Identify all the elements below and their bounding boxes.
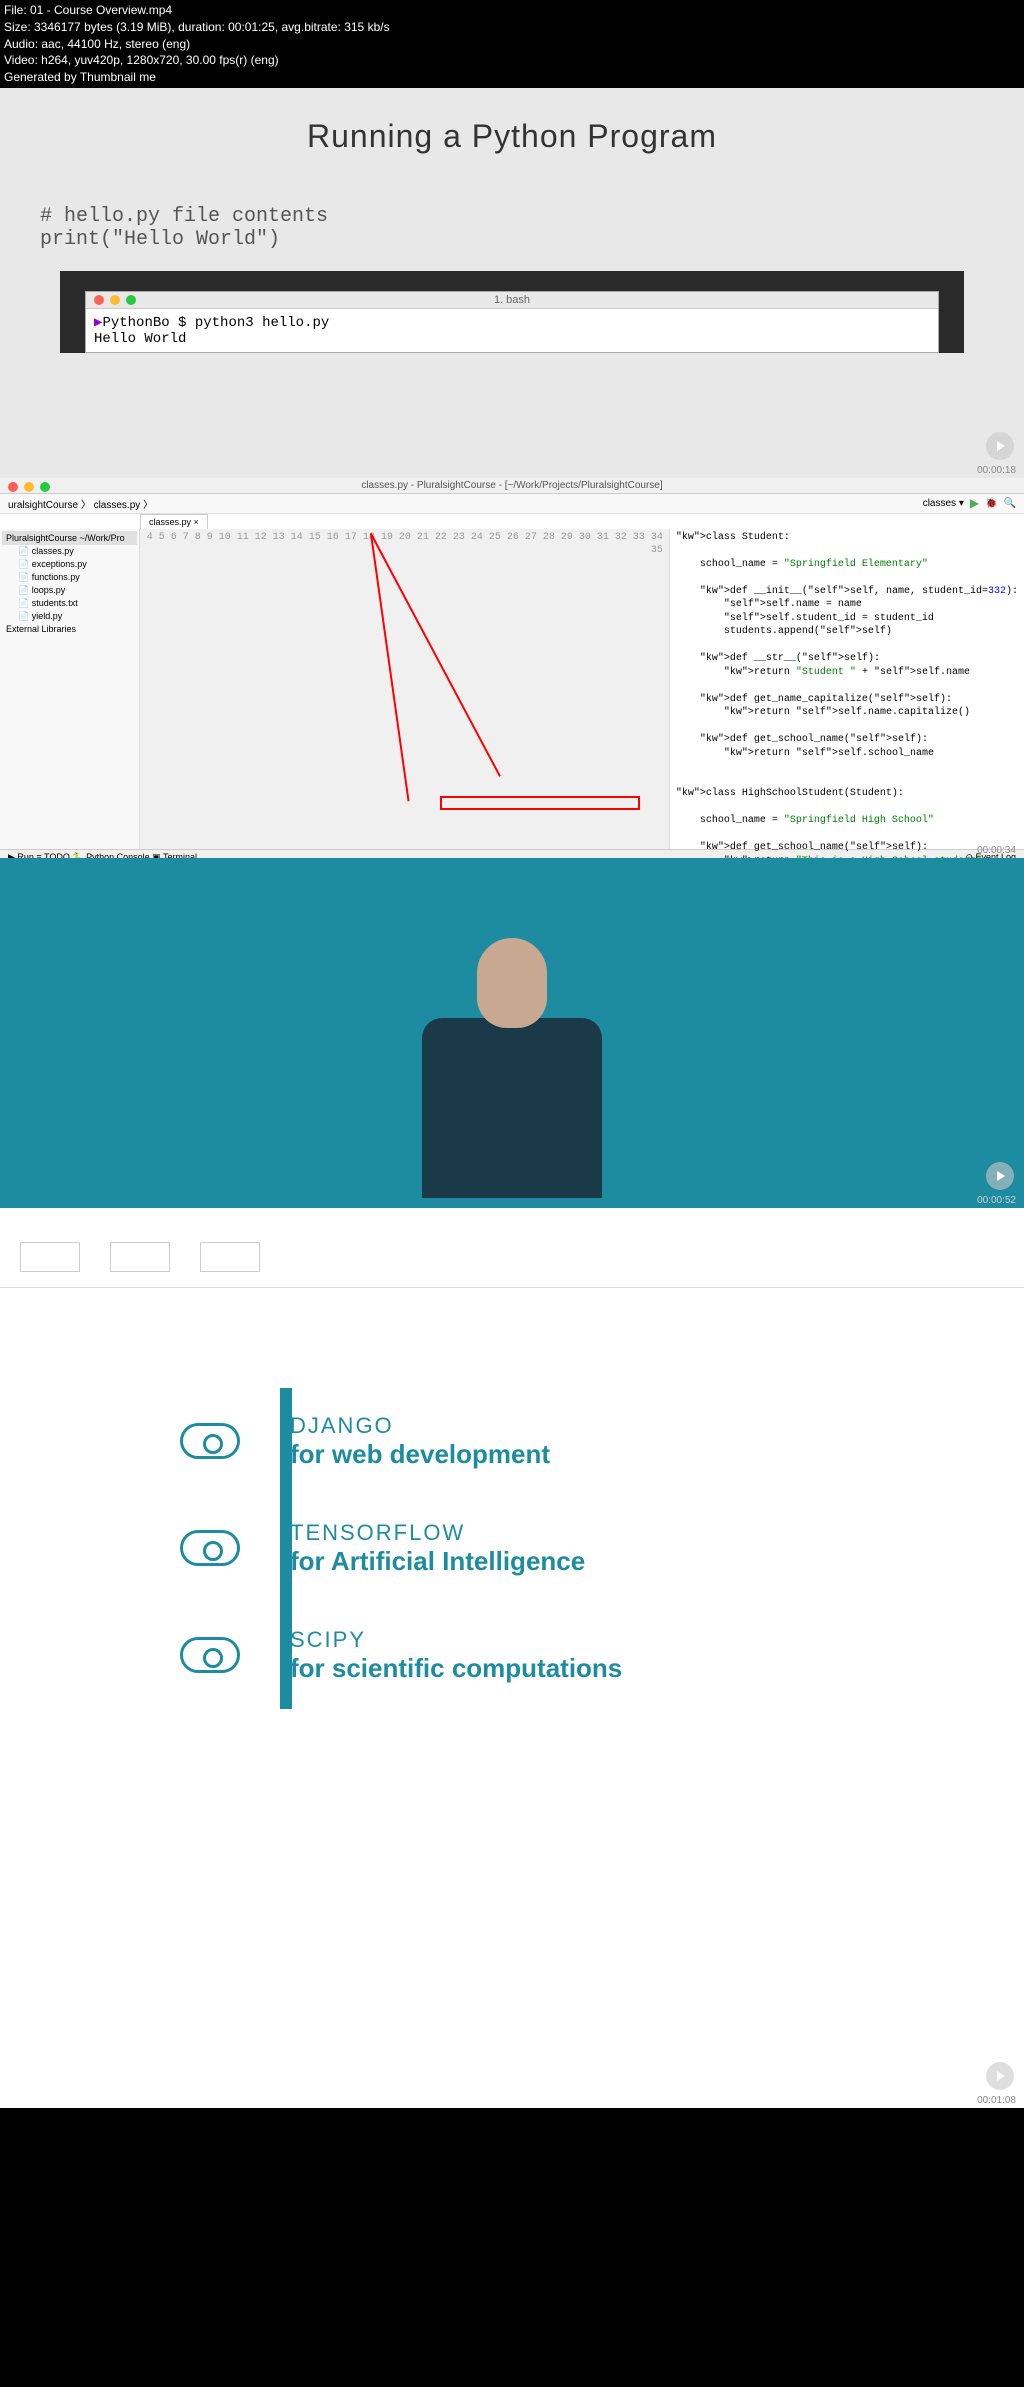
timestamp: 00:01:08 (977, 2095, 1016, 2106)
meta-size: Size: 3346177 bytes (3.19 MiB), duration… (4, 19, 1020, 36)
file-tree-item[interactable]: 📄 functions.py (2, 571, 137, 584)
accent-bar (280, 1388, 292, 1495)
run-config[interactable]: classes ▾ (923, 498, 964, 509)
code-editor[interactable]: 4 5 6 7 8 9 10 11 12 13 14 15 16 17 18 1… (140, 529, 1024, 849)
toolbar-right: classes ▾ ▶ 🐞 🔍 (923, 496, 1016, 510)
code-area[interactable]: "kw">class Student: school_name = "Sprin… (670, 529, 1024, 849)
slide-1: Running a Python Program # hello.py file… (0, 88, 1024, 478)
terminal-title: 1. bash (494, 294, 530, 306)
terminal-prompt: ▶PythonBo $ python3 hello.py (94, 314, 930, 331)
project-sidebar: PluralsightCourse ~/Work/Pro 📄 classes.p… (0, 529, 140, 849)
terminal-frame: 1. bash ▶PythonBo $ python3 hello.py Hel… (60, 271, 964, 353)
slide-3: 00:00:52 (0, 858, 1024, 1208)
slide-2-ide: classes.py - PluralsightCourse - [~/Work… (0, 478, 1024, 858)
meta-audio: Audio: aac, 44100 Hz, stereo (eng) (4, 36, 1020, 53)
terminal-titlebar: 1. bash (86, 292, 938, 309)
framework-desc: for Artificial Intelligence (290, 1546, 585, 1577)
accent-bar (280, 1495, 292, 1602)
framework-text: TENSORFLOWfor Artificial Intelligence (290, 1520, 585, 1577)
sketch-shape (200, 1242, 260, 1272)
minimize-icon (110, 295, 120, 305)
play-button[interactable] (986, 2062, 1014, 2090)
eye-icon (180, 1530, 240, 1566)
eye-icon (180, 1637, 240, 1673)
framework-row: SCIPYfor scientific computations (0, 1602, 1024, 1709)
framework-name: SCIPY (290, 1627, 622, 1653)
ide-breadcrumb: uralsightCourse 〉 classes.py 〉 classes ▾… (0, 494, 1024, 514)
search-icon[interactable]: 🔍 (1004, 498, 1016, 509)
sketch-shape (110, 1242, 170, 1272)
play-button[interactable] (986, 1162, 1014, 1190)
ide-body: PluralsightCourse ~/Work/Pro 📄 classes.p… (0, 529, 1024, 849)
window-title: classes.py - PluralsightCourse - [~/Work… (361, 480, 662, 491)
person-body-shape (422, 1018, 602, 1198)
file-tree-item[interactable]: 📄 students.txt (2, 597, 137, 610)
file-tree-item[interactable]: 📄 exceptions.py (2, 558, 137, 571)
video-metadata: File: 01 - Course Overview.mp4 Size: 334… (0, 0, 1024, 88)
window-controls (94, 295, 136, 305)
slide-4: DJANGOfor web development TENSORFLOWfor A… (0, 1208, 1024, 2108)
debug-icon[interactable]: 🐞 (985, 498, 997, 509)
window-controls (8, 482, 50, 492)
terminal-body: ▶PythonBo $ python3 hello.py Hello World (86, 309, 938, 352)
sidebar-header: PluralsightCourse ~/Work/Pro (2, 531, 137, 545)
terminal-output: Hello World (94, 331, 930, 347)
file-tree-item[interactable]: 📄 classes.py (2, 545, 137, 558)
external-libraries[interactable]: External Libraries (2, 623, 137, 635)
framework-row: DJANGOfor web development (0, 1388, 1024, 1495)
close-icon (8, 482, 18, 492)
maximize-icon (40, 482, 50, 492)
framework-name: DJANGO (290, 1413, 550, 1439)
maximize-icon (126, 295, 136, 305)
accent-bar (280, 1602, 292, 1709)
file-tree-item[interactable]: 📄 loops.py (2, 584, 137, 597)
timestamp: 00:00:52 (977, 1195, 1016, 1206)
close-icon (94, 295, 104, 305)
framework-row: TENSORFLOWfor Artificial Intelligence (0, 1495, 1024, 1602)
framework-desc: for web development (290, 1439, 550, 1470)
sketch-header (0, 1228, 1024, 1288)
timestamp: 00:00:18 (977, 465, 1016, 476)
run-icon[interactable]: ▶ (970, 496, 979, 510)
annotation-box (440, 796, 640, 810)
play-button[interactable] (986, 432, 1014, 460)
sketch-shape (20, 1242, 80, 1272)
person-head-shape (477, 938, 547, 1028)
framework-name: TENSORFLOW (290, 1520, 585, 1546)
framework-desc: for scientific computations (290, 1653, 622, 1684)
breadcrumb-path: uralsightCourse 〉 classes.py 〉 (8, 496, 153, 511)
minimize-icon (24, 482, 34, 492)
ide-titlebar: classes.py - PluralsightCourse - [~/Work… (0, 478, 1024, 494)
slide-title: Running a Python Program (30, 118, 994, 155)
terminal-window: 1. bash ▶PythonBo $ python3 hello.py Hel… (85, 291, 939, 353)
file-tree: 📄 classes.py📄 exceptions.py📄 functions.p… (2, 545, 137, 623)
code-comment: # hello.py file contents print("Hello Wo… (40, 205, 994, 251)
editor-tab[interactable]: classes.py × (140, 514, 208, 529)
framework-text: SCIPYfor scientific computations (290, 1627, 622, 1684)
eye-icon (180, 1423, 240, 1459)
timestamp: 00:00:34 (977, 845, 1016, 856)
file-tree-item[interactable]: 📄 yield.py (2, 610, 137, 623)
meta-video: Video: h264, yuv420p, 1280x720, 30.00 fp… (4, 52, 1020, 69)
frameworks-list: DJANGOfor web development TENSORFLOWfor A… (0, 1388, 1024, 1709)
meta-file: File: 01 - Course Overview.mp4 (4, 2, 1020, 19)
meta-gen: Generated by Thumbnail me (4, 69, 1020, 86)
instructor-photo (372, 928, 652, 1208)
framework-text: DJANGOfor web development (290, 1413, 550, 1470)
